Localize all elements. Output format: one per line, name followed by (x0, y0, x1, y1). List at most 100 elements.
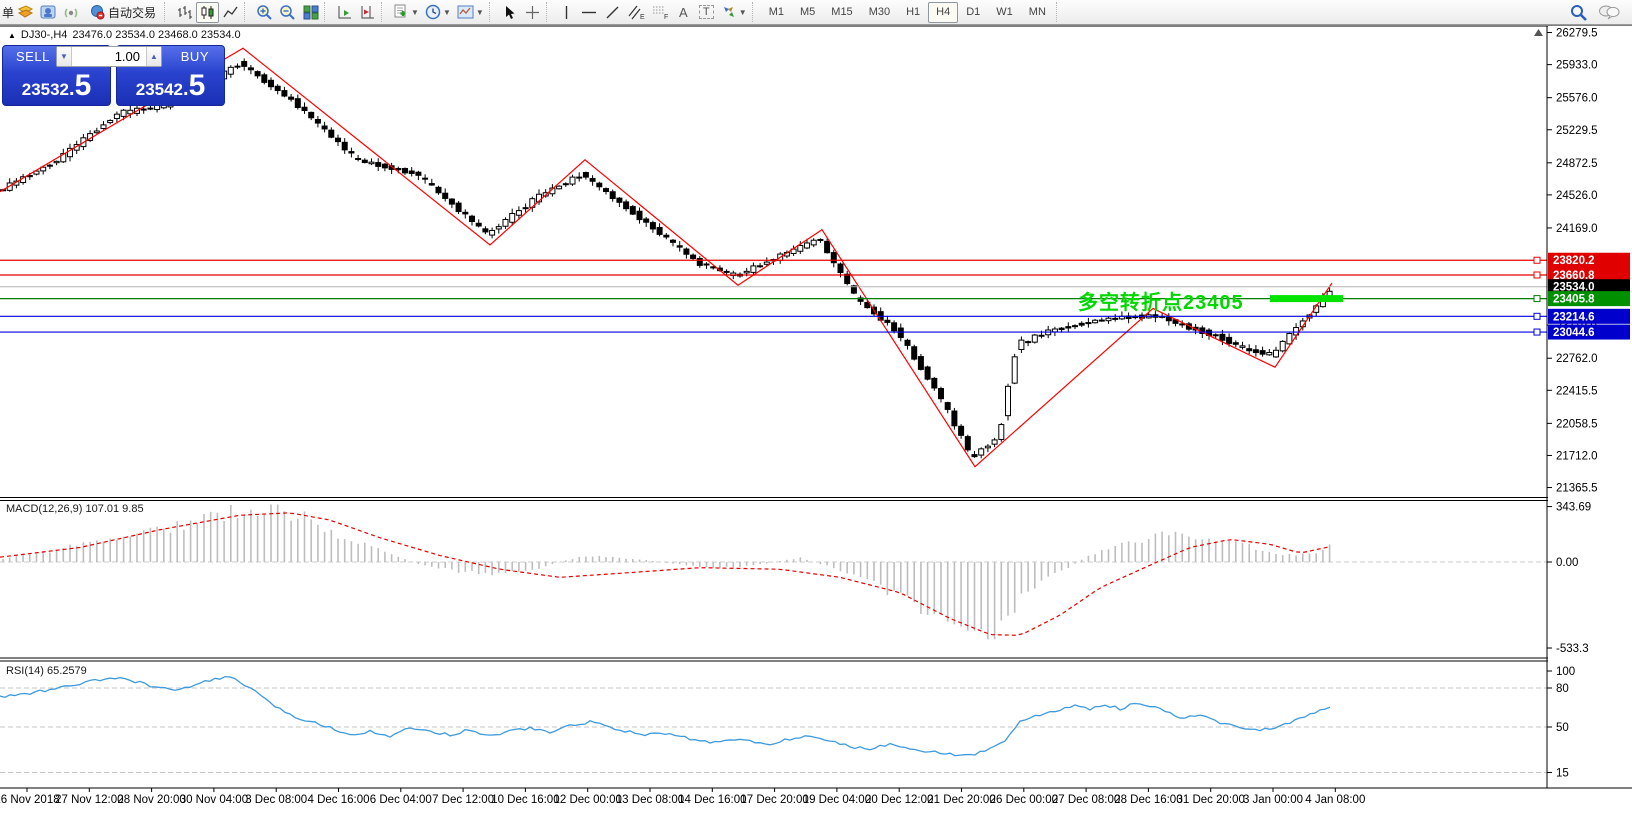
candle-body (557, 186, 562, 189)
candle-body (1039, 335, 1044, 336)
candle-body (510, 214, 515, 223)
candle-body (1253, 350, 1258, 353)
candle-body (1106, 318, 1111, 320)
candle-body (148, 108, 153, 109)
candle-body (845, 274, 850, 283)
time-axis-label: 28 Nov 20:00 (117, 794, 185, 806)
candle-body (704, 264, 709, 265)
candle-body (1086, 323, 1091, 324)
rsi-indicator-label: RSI(14) 65.2579 (6, 665, 87, 677)
buy-price: 23542.5 (117, 71, 224, 101)
candle-body (912, 347, 917, 359)
candle-body (108, 120, 113, 122)
candle-body (959, 426, 964, 435)
candle-body (724, 271, 729, 272)
candle-body (1006, 386, 1011, 415)
candle-body (664, 235, 669, 237)
candle-body (610, 192, 615, 199)
price-axis-label: 25229.5 (1556, 125, 1598, 137)
one-click-trading-panel: SELL 23532.5 BUY 23542.5 ▼ 1.00 ▲ (2, 45, 225, 106)
candle-body (583, 173, 588, 178)
candle-body (329, 130, 334, 137)
highlight-bar[interactable] (1270, 295, 1343, 302)
time-axis-label: 20 Dec 12:00 (865, 794, 933, 806)
candle-body (1059, 328, 1064, 329)
candle-body (590, 179, 595, 182)
candle-body (476, 223, 481, 226)
candle-body (691, 255, 696, 258)
candle-body (376, 163, 381, 167)
volume-decrease-button[interactable]: ▼ (57, 47, 72, 66)
candle-body (657, 227, 662, 234)
candle-body (403, 168, 408, 172)
candle-body (972, 455, 977, 457)
volume-increase-button[interactable]: ▲ (146, 47, 161, 66)
time-axis-label: 4 Dec 16:00 (307, 794, 369, 806)
candle-body (262, 75, 267, 83)
candle-body (764, 262, 769, 264)
candle-body (939, 389, 944, 399)
price-axis-label: 21365.5 (1556, 483, 1598, 495)
volume-input[interactable]: 1.00 (72, 47, 146, 66)
time-axis-label: 6 Dec 04:00 (370, 794, 432, 806)
hline-handle[interactable] (1534, 272, 1540, 278)
time-axis-label: 30 Nov 04:00 (180, 794, 248, 806)
candle-body (650, 223, 655, 229)
candle-body (898, 328, 903, 337)
candle-body (925, 367, 930, 379)
chart-canvas[interactable]: 26279.525933.025576.025229.524872.524526… (0, 0, 1632, 814)
chart-symbol: DJ30-,H4 (21, 29, 67, 41)
candle-body (1113, 318, 1118, 319)
chart-ohlc: 23476.0 23534.0 23468.0 23534.0 (72, 29, 240, 41)
turning-point-annotation[interactable]: 多空转折点23405 (1078, 286, 1244, 315)
volume-box: ▼ 1.00 ▲ (56, 46, 162, 67)
candle-body (470, 216, 475, 221)
hline-handle[interactable] (1534, 296, 1540, 302)
candle-body (248, 68, 253, 70)
candle-body (362, 160, 367, 162)
candle-body (1032, 335, 1037, 342)
time-axis-label: 26 Nov 2018 (0, 794, 60, 806)
candle-body (429, 184, 434, 185)
candle-body (952, 411, 957, 426)
candle-body (1180, 324, 1185, 325)
candle-body (1240, 346, 1245, 347)
candle-body (1012, 357, 1017, 383)
rsi-axis-label: 15 (1556, 768, 1569, 780)
sell-price: 23532.5 (3, 71, 110, 101)
candle-body (496, 227, 501, 229)
hline-handle[interactable] (1534, 257, 1540, 263)
candle-body (1274, 350, 1279, 357)
rsi-axis-label: 80 (1556, 683, 1569, 695)
candle-body (121, 110, 126, 116)
candle-body (463, 212, 468, 214)
symbol-triangle-icon: ▲ (8, 31, 16, 40)
candle-body (1166, 317, 1171, 320)
candle-body (282, 91, 287, 96)
candle-body (235, 66, 240, 67)
candle-body (54, 161, 59, 162)
macd-axis-label: 0.00 (1556, 557, 1578, 569)
price-axis-label: 24526.0 (1556, 190, 1598, 202)
rsi-axis-label: 50 (1556, 722, 1569, 734)
hline-handle[interactable] (1534, 329, 1540, 335)
time-axis-label: 10 Dec 16:00 (491, 794, 559, 806)
candle-body (1267, 352, 1272, 354)
price-axis-label: 26279.5 (1556, 28, 1598, 40)
candle-body (831, 253, 836, 263)
candle-body (322, 126, 327, 129)
candle-body (811, 240, 816, 245)
candle-body (336, 138, 341, 141)
candle-body (892, 323, 897, 331)
time-axis-label: 13 Dec 08:00 (616, 794, 684, 806)
time-axis-label: 3 Jan 00:00 (1243, 794, 1303, 806)
candle-body (490, 230, 495, 235)
hline-handle[interactable] (1534, 313, 1540, 319)
time-axis-label: 3 Dec 08:00 (245, 794, 307, 806)
price-axis-label: 22762.0 (1556, 353, 1598, 365)
candle-body (309, 112, 314, 117)
candle-body (449, 199, 454, 204)
candle-body (1280, 341, 1285, 350)
chart-title: ▲ DJ30-,H4 23476.0 23534.0 23468.0 23534… (8, 29, 241, 41)
candle-body (798, 245, 803, 251)
